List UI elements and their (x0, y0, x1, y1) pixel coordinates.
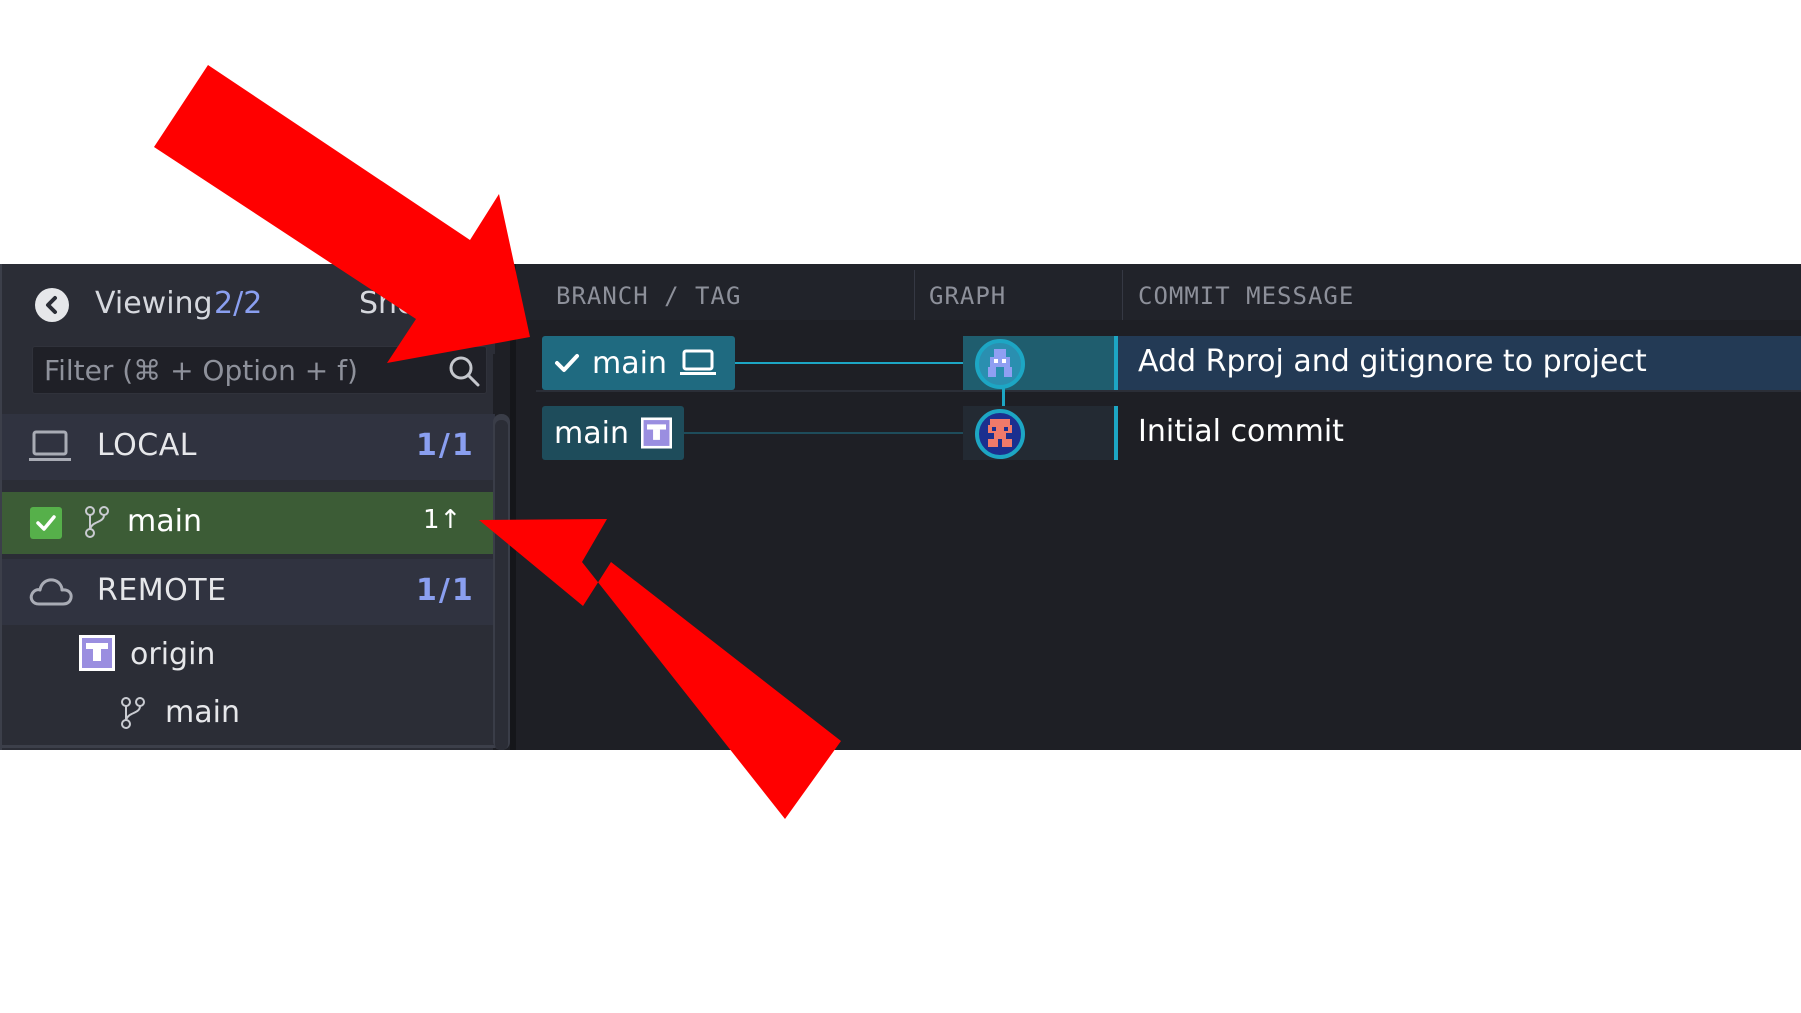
sidebar-scrollbar[interactable] (493, 414, 510, 750)
list-bottom-divider (2, 745, 495, 748)
commit-row[interactable]: main Initial commit (536, 406, 1801, 462)
local-branch-name: main (127, 504, 202, 539)
commit-avatar[interactable] (975, 409, 1025, 459)
local-count: 1/1 (416, 428, 475, 463)
left-panel: Viewing 2/2 Sho LOCAL 1/1 (0, 264, 495, 750)
gitkraken-window: Viewing 2/2 Sho LOCAL 1/1 (0, 264, 1801, 750)
graph-vertical-connector (1002, 388, 1005, 408)
branch-list: LOCAL 1/1 main 1↑ REMOTE 1/1 origin main (2, 414, 495, 750)
column-commit-message[interactable]: COMMIT MESSAGE (1138, 282, 1354, 310)
panel-divider[interactable] (510, 264, 516, 750)
commit-message: Initial commit (1138, 414, 1344, 449)
viewing-label: Viewing (95, 286, 213, 321)
remote-origin-name: origin (130, 637, 216, 672)
branch-icon (121, 697, 145, 729)
cloud-icon (29, 578, 73, 606)
filter-input[interactable] (32, 346, 487, 394)
remote-branch-name: main (165, 695, 240, 730)
commit-row[interactable]: main Add Rproj and gitignore to project (536, 336, 1801, 392)
remote-branch-ref[interactable]: main (542, 406, 684, 460)
local-section-header[interactable]: LOCAL 1/1 (2, 414, 495, 480)
avatar-icon (79, 635, 115, 671)
column-branch-tag[interactable]: BRANCH / TAG (556, 282, 741, 310)
graph-connector (684, 432, 963, 434)
check-icon[interactable] (30, 507, 62, 539)
view-bar: Viewing 2/2 Sho (2, 264, 495, 354)
graph-column-headers: BRANCH / TAG GRAPH COMMIT MESSAGE (516, 264, 1801, 320)
ref-label: main (554, 415, 629, 451)
check-icon (555, 354, 579, 372)
laptop-icon (29, 430, 71, 461)
column-graph[interactable]: GRAPH (929, 282, 1006, 310)
search-icon[interactable] (447, 354, 481, 388)
remote-count: 1/1 (416, 573, 475, 608)
ref-label: main (592, 345, 667, 381)
commit-message: Add Rproj and gitignore to project (1138, 344, 1647, 379)
local-branch-ref[interactable]: main (542, 336, 735, 390)
remote-origin[interactable]: origin (2, 626, 495, 686)
avatar-icon (640, 417, 672, 449)
ahead-count-badge: 1↑ (423, 505, 462, 535)
chevron-left-icon[interactable] (35, 288, 69, 322)
local-title: LOCAL (97, 428, 197, 463)
show-all-toggle[interactable]: Sho (359, 286, 415, 321)
column-separator[interactable] (1122, 270, 1123, 320)
row-separator (536, 390, 1801, 392)
laptop-icon (679, 349, 716, 375)
remote-section-header[interactable]: REMOTE 1/1 (2, 559, 495, 625)
remote-branch-main[interactable]: main (2, 686, 495, 744)
branch-icon (85, 506, 109, 538)
commit-message-cell[interactable]: Add Rproj and gitignore to project (1114, 336, 1801, 390)
scrollbar-thumb[interactable] (495, 420, 508, 750)
local-branch-main[interactable]: main 1↑ (2, 492, 495, 554)
commit-message-cell[interactable]: Initial commit (1114, 406, 1801, 460)
graph-connector (735, 362, 963, 364)
remote-title: REMOTE (97, 573, 227, 608)
viewing-count: 2/2 (214, 286, 263, 321)
commit-avatar[interactable] (975, 339, 1025, 389)
column-separator[interactable] (914, 270, 915, 320)
